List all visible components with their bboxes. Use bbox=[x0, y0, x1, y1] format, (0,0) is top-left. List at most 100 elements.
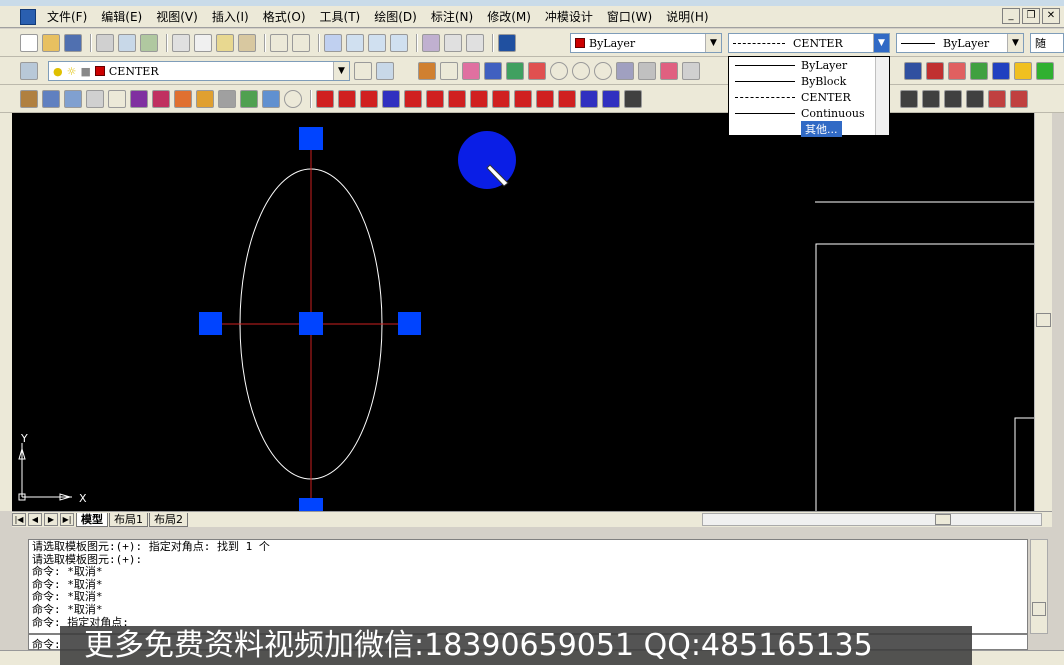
grip-center[interactable] bbox=[299, 312, 323, 335]
save-icon[interactable] bbox=[64, 33, 82, 52]
minimize-icon[interactable]: _ bbox=[1002, 8, 1020, 24]
grip-top[interactable] bbox=[299, 127, 323, 150]
die-tool-icon[interactable] bbox=[462, 62, 480, 80]
restore-icon[interactable]: ❐ bbox=[1022, 8, 1040, 24]
cut-icon[interactable] bbox=[172, 33, 190, 52]
zoom-realtime-icon[interactable] bbox=[346, 33, 364, 52]
die-tool-icon[interactable] bbox=[64, 89, 82, 108]
die-tool-icon[interactable] bbox=[992, 62, 1010, 80]
design-center-icon[interactable] bbox=[444, 33, 462, 52]
open-file-icon[interactable] bbox=[42, 33, 60, 52]
die-tool-icon[interactable] bbox=[484, 62, 502, 80]
dim-tool-icon[interactable] bbox=[602, 89, 620, 108]
dim-tool-icon[interactable] bbox=[404, 89, 422, 108]
die-tool-icon[interactable] bbox=[152, 89, 170, 108]
die-tool-icon[interactable] bbox=[20, 89, 38, 108]
print-icon[interactable] bbox=[96, 33, 114, 52]
tab-layout2[interactable]: 布局2 bbox=[149, 512, 188, 527]
target-icon[interactable] bbox=[284, 89, 302, 108]
die-tool-icon[interactable] bbox=[616, 62, 634, 80]
dim-tool-icon[interactable] bbox=[900, 90, 918, 108]
die-tool-icon[interactable] bbox=[926, 62, 944, 80]
dim-tool-icon[interactable] bbox=[558, 89, 576, 108]
prev-tab-icon[interactable]: ◀ bbox=[28, 513, 42, 526]
die-tool-icon[interactable] bbox=[108, 89, 126, 108]
make-layer-current-icon[interactable] bbox=[354, 62, 372, 80]
dim-tool-icon[interactable] bbox=[470, 89, 488, 108]
chevron-down-icon[interactable]: ▼ bbox=[333, 62, 349, 80]
circle-tool-icon[interactable] bbox=[594, 62, 612, 80]
die-tool-icon[interactable] bbox=[506, 62, 524, 80]
dim-tool-icon[interactable] bbox=[338, 89, 356, 108]
menu-tools[interactable]: 工具(T) bbox=[313, 7, 368, 27]
chevron-down-icon[interactable]: ▼ bbox=[705, 34, 721, 52]
undo-icon[interactable] bbox=[270, 33, 288, 52]
dim-tool-icon[interactable] bbox=[448, 89, 466, 108]
menu-insert[interactable]: 插入(I) bbox=[205, 7, 256, 27]
menu-help[interactable]: 说明(H) bbox=[659, 7, 715, 27]
linetype-option-byblock[interactable]: ByBlock bbox=[729, 73, 889, 89]
tool-palettes-icon[interactable] bbox=[466, 33, 484, 52]
die-tool-icon[interactable] bbox=[638, 62, 656, 80]
die-tool-icon[interactable] bbox=[682, 62, 700, 80]
print-preview-icon[interactable] bbox=[118, 33, 136, 52]
scrollbar-thumb[interactable] bbox=[1032, 602, 1046, 616]
die-tool-icon[interactable] bbox=[904, 62, 922, 80]
properties-icon[interactable] bbox=[422, 33, 440, 52]
die-tool-icon[interactable] bbox=[130, 89, 148, 108]
die-tool-icon[interactable] bbox=[528, 62, 546, 80]
first-tab-icon[interactable]: |◀ bbox=[12, 513, 26, 526]
dropdown-scrollbar[interactable] bbox=[875, 57, 889, 135]
scrollbar-thumb[interactable] bbox=[935, 514, 951, 525]
tab-model[interactable]: 模型 bbox=[76, 512, 108, 527]
dim-tool-icon[interactable] bbox=[580, 89, 598, 108]
drawing-canvas[interactable]: Y X bbox=[12, 113, 1034, 511]
tab-layout1[interactable]: 布局1 bbox=[109, 512, 148, 527]
die-tool-icon[interactable] bbox=[948, 62, 966, 80]
dim-tool-icon[interactable] bbox=[1010, 90, 1028, 108]
circle-tool-icon[interactable] bbox=[572, 62, 590, 80]
die-tool-icon[interactable] bbox=[1014, 62, 1032, 80]
menu-dimension[interactable]: 标注(N) bbox=[424, 7, 480, 27]
dim-tool-icon[interactable] bbox=[382, 89, 400, 108]
last-tab-icon[interactable]: ▶| bbox=[60, 513, 74, 526]
die-tool-icon[interactable] bbox=[440, 62, 458, 80]
menu-window[interactable]: 窗口(W) bbox=[600, 7, 659, 27]
menu-view[interactable]: 视图(V) bbox=[149, 7, 205, 27]
circle-tool-icon[interactable] bbox=[550, 62, 568, 80]
linetype-option-continuous[interactable]: Continuous bbox=[729, 105, 889, 121]
color-select[interactable]: ByLayer ▼ bbox=[570, 33, 722, 53]
die-tool-icon[interactable] bbox=[218, 89, 236, 108]
dim-tool-icon[interactable] bbox=[988, 90, 1006, 108]
dim-tool-icon[interactable] bbox=[492, 89, 510, 108]
dim-tool-icon[interactable] bbox=[944, 90, 962, 108]
next-tab-icon[interactable]: ▶ bbox=[44, 513, 58, 526]
zoom-window-icon[interactable] bbox=[368, 33, 386, 52]
die-tool-icon[interactable] bbox=[1036, 62, 1054, 80]
die-tool-icon[interactable] bbox=[970, 62, 988, 80]
dim-tool-icon[interactable] bbox=[426, 89, 444, 108]
layer-previous-icon[interactable] bbox=[376, 62, 394, 80]
menu-edit[interactable]: 编辑(E) bbox=[94, 7, 149, 27]
die-tool-icon[interactable] bbox=[86, 89, 104, 108]
linetype-option-other[interactable]: 其他... bbox=[729, 121, 889, 137]
drawing-horizontal-scrollbar[interactable] bbox=[702, 513, 1042, 526]
dim-tool-icon[interactable] bbox=[536, 89, 554, 108]
linetype-option-center[interactable]: CENTER bbox=[729, 89, 889, 105]
plotstyle-select[interactable]: 随 bbox=[1030, 33, 1064, 53]
lineweight-select[interactable]: ByLayer ▼ bbox=[896, 33, 1024, 53]
border-polyline[interactable] bbox=[815, 243, 1034, 511]
paste-icon[interactable] bbox=[216, 33, 234, 52]
match-properties-icon[interactable] bbox=[238, 33, 256, 52]
dim-tool-icon[interactable] bbox=[316, 89, 334, 108]
layer-manager-icon[interactable] bbox=[20, 61, 38, 80]
die-tool-icon[interactable] bbox=[240, 89, 258, 108]
pan-icon[interactable] bbox=[324, 33, 342, 52]
die-tool-icon[interactable] bbox=[418, 62, 436, 80]
close-icon[interactable]: ✕ bbox=[1042, 8, 1060, 24]
grip-bottom[interactable] bbox=[299, 498, 323, 511]
drawing-vertical-scrollbar[interactable] bbox=[1034, 113, 1052, 511]
publish-icon[interactable] bbox=[140, 33, 158, 52]
linetype-option-bylayer[interactable]: ByLayer bbox=[729, 57, 889, 73]
dim-tool-icon[interactable] bbox=[922, 90, 940, 108]
